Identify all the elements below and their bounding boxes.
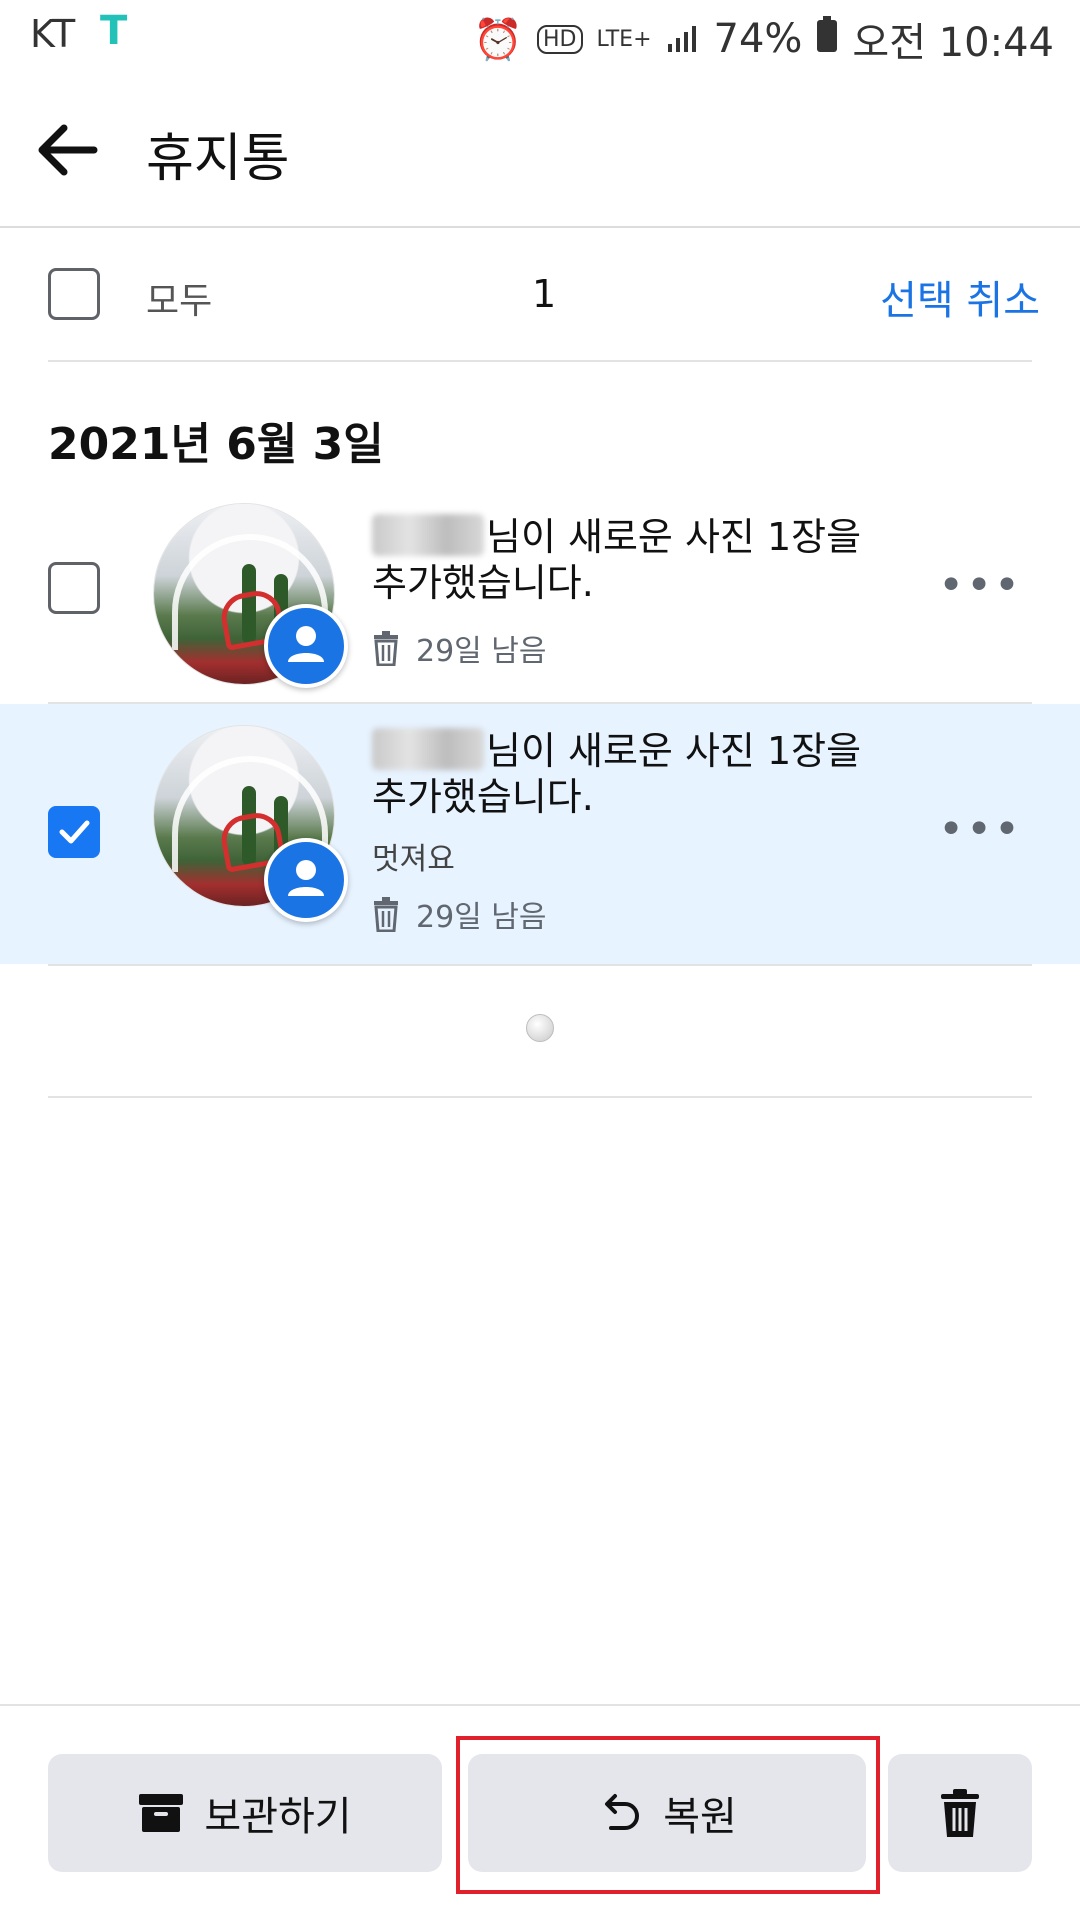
- more-options-button[interactable]: •••: [938, 560, 1022, 611]
- item-text: 님이 새로운 사진 1장을 추가했습니다.: [372, 728, 892, 820]
- checkmark-icon: [59, 820, 90, 844]
- list-item[interactable]: 님이 새로운 사진 1장을 추가했습니다. 29일 남음 •••: [0, 492, 1080, 702]
- item-text: 님이 새로운 사진 1장을 추가했습니다.: [372, 514, 892, 606]
- trash-icon: [374, 631, 398, 666]
- clock: 오전 10:44: [852, 20, 1054, 66]
- list-item-selected[interactable]: 님이 새로운 사진 1장을 추가했습니다. 멋져요 29일 남음 •••: [0, 704, 1080, 964]
- item-text-line2: 추가했습니다.: [372, 775, 594, 819]
- select-all-checkbox[interactable]: [48, 268, 100, 320]
- loading-indicator: [526, 1014, 554, 1042]
- deselect-button[interactable]: 선택 취소: [880, 268, 1040, 326]
- profile-badge-icon: [264, 838, 348, 922]
- blurred-name: [372, 514, 484, 556]
- page-title: 휴지통: [146, 129, 290, 189]
- bottom-action-bar: 보관하기 복원: [0, 1704, 1080, 1922]
- restore-button[interactable]: 복원: [468, 1754, 866, 1872]
- carrier-label: KT: [30, 12, 76, 56]
- select-all-row: 모두 1 선택 취소: [0, 228, 1080, 360]
- carrier-app-icon: T: [100, 8, 128, 54]
- network-label: LTE+: [596, 26, 652, 52]
- back-button[interactable]: [32, 114, 104, 186]
- alarm-icon: ⏰: [473, 16, 524, 63]
- selected-count: 1: [532, 272, 557, 316]
- item-comment: 멋져요: [372, 842, 455, 877]
- battery-percent: 74%: [713, 16, 803, 62]
- hd-icon: HD: [537, 24, 583, 54]
- signal-icon: [666, 16, 700, 62]
- days-left-text: 29일 남음: [416, 634, 547, 669]
- trash-icon: [374, 897, 398, 932]
- days-left: 29일 남음: [372, 892, 547, 936]
- item-text-line1: 님이 새로운 사진 1장을: [372, 514, 892, 560]
- status-right: ⏰ HD LTE+ 74% 오전 10:44: [473, 10, 1054, 68]
- divider: [48, 1096, 1032, 1098]
- battery-icon: [816, 16, 838, 62]
- archive-button[interactable]: 보관하기: [48, 1754, 442, 1872]
- archive-box-icon: [139, 1794, 184, 1832]
- more-options-button[interactable]: •••: [938, 804, 1022, 855]
- archive-label: 보관하기: [204, 1794, 352, 1840]
- select-all-label: 모두: [146, 281, 213, 322]
- profile-badge-icon: [264, 604, 348, 688]
- item-checkbox[interactable]: [48, 562, 100, 614]
- divider: [48, 360, 1032, 362]
- restore-label: 복원: [663, 1794, 737, 1840]
- item-checkbox-checked[interactable]: [48, 806, 100, 858]
- days-left-text: 29일 남음: [416, 900, 547, 935]
- days-left: 29일 남음: [372, 626, 547, 670]
- status-bar: KT T ⏰ HD LTE+ 74% 오전 10:44: [0, 0, 1080, 72]
- trash-icon: [941, 1789, 979, 1837]
- item-text-line1: 님이 새로운 사진 1장을: [372, 728, 892, 774]
- delete-button[interactable]: [888, 1754, 1032, 1872]
- back-arrow-icon: [38, 124, 98, 176]
- blurred-name: [372, 728, 484, 770]
- divider: [48, 964, 1032, 966]
- date-header: 2021년 6월 3일: [48, 419, 384, 470]
- undo-arrow-icon: [605, 1794, 640, 1830]
- app-bar: 휴지통: [0, 72, 1080, 228]
- item-text-line2: 추가했습니다.: [372, 561, 594, 605]
